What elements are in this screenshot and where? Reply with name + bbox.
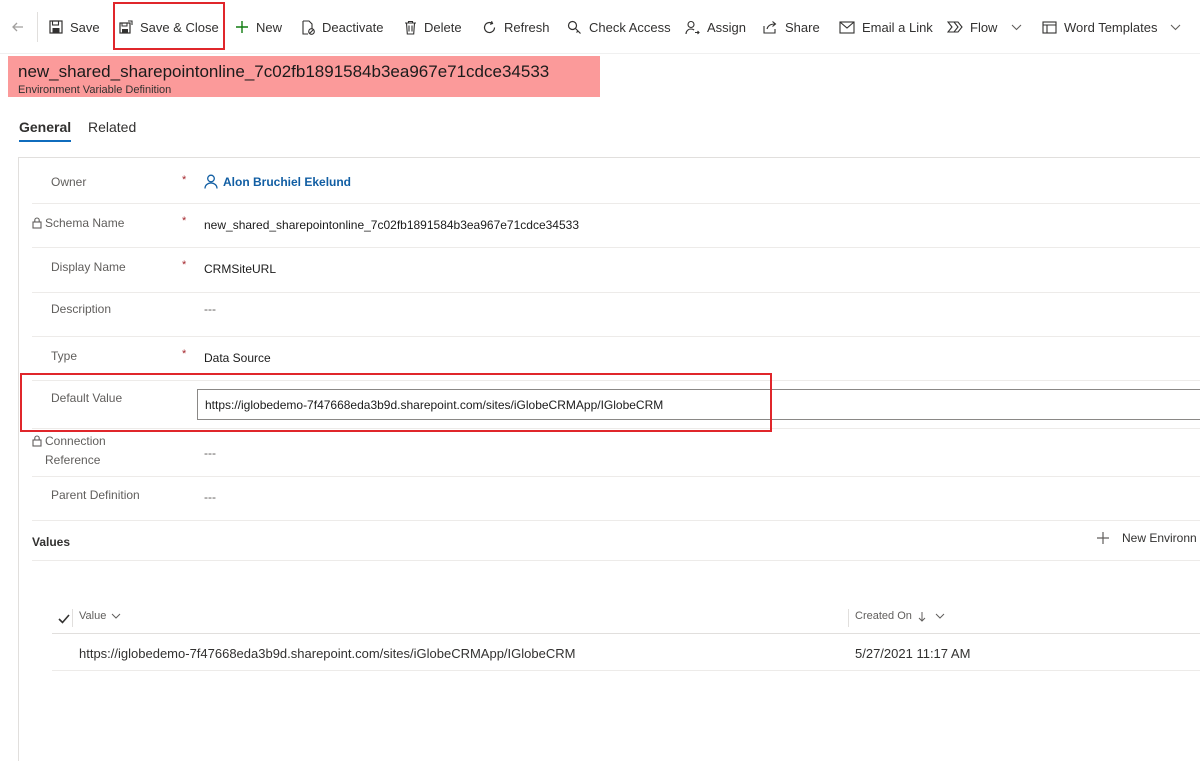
type-label: Type [51, 349, 78, 363]
owner-lookup-link[interactable]: Alon Bruchiel Ekelund [204, 174, 351, 189]
share-button[interactable]: Share [763, 10, 820, 44]
schema-name-value: new_shared_sharepointonline_7c02fb189158… [204, 218, 579, 232]
save-button[interactable]: Save [49, 10, 100, 44]
assign-person-icon [685, 20, 700, 34]
save-icon [49, 20, 63, 34]
schema-name-label: Schema Name [32, 214, 124, 233]
word-templates-label: Word Templates [1064, 19, 1158, 35]
flow-button[interactable]: Flow [947, 10, 1022, 44]
email-link-label: Email a Link [862, 19, 933, 35]
new-button[interactable]: New [235, 10, 282, 44]
back-button[interactable] [10, 10, 33, 44]
owner-value: Alon Bruchiel Ekelund [223, 174, 352, 189]
row-value[interactable]: https://iglobedemo-7f47668eda3b9d.sharep… [79, 646, 575, 661]
command-bar: Save Save & Close New Deactivate Delete … [0, 0, 1200, 54]
deactivate-label: Deactivate [322, 19, 384, 35]
save-label: Save [70, 19, 100, 35]
person-icon [204, 174, 218, 189]
new-label: New [256, 19, 283, 35]
connection-reference-value[interactable]: --- [204, 446, 216, 460]
required-marker: * [182, 215, 187, 227]
parent-definition-field-row: Parent Definition --- [32, 477, 1200, 521]
plus-icon [236, 21, 248, 33]
tab-related[interactable]: Related [88, 119, 136, 135]
lock-icon [32, 435, 42, 447]
flow-label: Flow [970, 19, 998, 35]
display-name-label: Display Name [51, 260, 126, 274]
check-access-button[interactable]: Check Access [567, 10, 671, 44]
select-all-checkmark[interactable] [58, 611, 70, 629]
sort-descending-icon [918, 611, 926, 622]
tab-general[interactable]: General [19, 119, 71, 135]
owner-field-row: Owner * Alon Bruchiel Ekelund [32, 160, 1200, 204]
refresh-label: Refresh [504, 19, 550, 35]
parent-definition-label: Parent Definition [51, 488, 140, 502]
record-entity-type: Environment Variable Definition [18, 84, 172, 96]
values-section-title: Values [32, 535, 71, 549]
assign-label: Assign [707, 19, 747, 35]
values-grid-header: Value Created On [52, 602, 1200, 634]
new-environment-value-button[interactable]: New Environn [1096, 531, 1197, 545]
check-access-label: Check Access [589, 19, 671, 35]
email-link-icon [839, 20, 855, 34]
checkmark-icon [58, 614, 70, 624]
deactivate-button[interactable]: Deactivate [301, 10, 383, 44]
refresh-icon [483, 20, 496, 33]
back-arrow-icon [12, 22, 23, 32]
required-marker: * [182, 259, 187, 271]
deactivate-document-icon [302, 19, 315, 35]
description-field-row: Description --- [32, 293, 1200, 337]
lock-icon [32, 217, 42, 229]
email-link-button[interactable]: Email a Link [839, 10, 933, 44]
values-divider [32, 560, 1200, 561]
connection-reference-field-row: Connection Reference --- [32, 429, 1200, 477]
required-marker: * [182, 174, 187, 186]
row-created-on: 5/27/2021 11:17 AM [855, 646, 971, 661]
column-header-created-on[interactable]: Created On [855, 610, 945, 622]
key-search-icon [567, 20, 581, 34]
trash-icon [405, 20, 416, 35]
save-close-highlight [113, 2, 225, 50]
plus-icon [1097, 532, 1109, 544]
connection-reference-label: Connection Reference [32, 432, 106, 470]
refresh-button[interactable]: Refresh [482, 10, 550, 44]
chevron-down-icon [1012, 24, 1022, 30]
column-separator [848, 609, 849, 627]
description-value[interactable]: --- [204, 302, 216, 316]
table-row[interactable]: https://iglobedemo-7f47668eda3b9d.sharep… [52, 636, 1200, 671]
owner-label: Owner [51, 175, 87, 189]
share-label: Share [785, 19, 820, 35]
share-icon [763, 21, 777, 34]
new-environment-value-label: New Environn [1122, 531, 1197, 545]
tab-selected-indicator [19, 140, 71, 142]
chevron-down-icon [111, 613, 121, 619]
record-title: new_shared_sharepointonline_7c02fb189158… [18, 62, 550, 81]
toolbar-separator [37, 12, 38, 42]
delete-label: Delete [424, 19, 462, 35]
display-name-value[interactable]: CRMSiteURL [204, 262, 276, 276]
schema-name-field-row: Schema Name * new_shared_sharepointonlin… [32, 204, 1200, 248]
display-name-field-row: Display Name * CRMSiteURL [32, 248, 1200, 293]
assign-button[interactable]: Assign [685, 10, 746, 44]
word-template-icon [1042, 20, 1057, 34]
type-value[interactable]: Data Source [204, 351, 271, 365]
column-separator [72, 609, 73, 627]
description-label: Description [51, 302, 112, 316]
default-value-highlight [20, 373, 772, 432]
chevron-down-icon [935, 613, 945, 619]
parent-definition-value[interactable]: --- [204, 490, 216, 504]
column-header-value[interactable]: Value [79, 610, 121, 622]
required-marker: * [182, 348, 187, 360]
chevron-down-icon [1171, 24, 1181, 30]
delete-button[interactable]: Delete [404, 10, 462, 44]
word-templates-button[interactable]: Word Templates [1042, 10, 1181, 44]
flow-icon [947, 21, 963, 33]
